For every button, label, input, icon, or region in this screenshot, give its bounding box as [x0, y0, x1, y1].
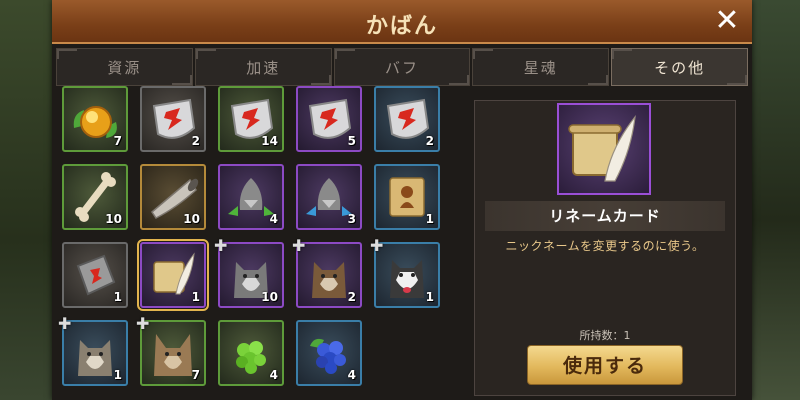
tab-resources[interactable]: 資源: [56, 48, 193, 86]
item-slot-green-berry[interactable]: 4: [218, 320, 284, 386]
item-slot-monkey-scroll[interactable]: 1: [374, 164, 440, 230]
item-slot-bone[interactable]: 10: [62, 164, 128, 230]
tab-buff[interactable]: バフ: [333, 48, 471, 86]
scroll-quill-icon: [568, 114, 636, 182]
item-quantity: 1: [113, 290, 122, 304]
item-quantity: 4: [347, 368, 356, 382]
tab-star-soul[interactable]: 星魂: [472, 48, 610, 86]
item-slot-shield-emblem[interactable]: 14: [218, 86, 284, 152]
item-quantity: 2: [191, 134, 200, 148]
item-slot-husky[interactable]: ✚ 1: [370, 238, 440, 308]
tab-speedup[interactable]: 加速: [194, 48, 332, 86]
item-slot-shield-emblem[interactable]: 5: [296, 86, 362, 152]
owned-count: 所持数：1: [579, 329, 631, 342]
close-icon[interactable]: ✕: [712, 6, 742, 36]
item-quantity: 1: [425, 290, 434, 304]
item-slot-horn[interactable]: 10: [140, 164, 206, 230]
item-quantity: 7: [113, 134, 122, 148]
inventory-window: かばん ✕ 資源 加速 バフ 星魂 その他 7 2 14 5 2 10 10 4…: [52, 0, 752, 400]
item-quantity: 4: [269, 212, 278, 226]
item-quantity: 2: [425, 134, 434, 148]
item-slot-emblem-stone[interactable]: 1: [62, 242, 128, 308]
item-quantity: 10: [105, 212, 122, 226]
item-quantity: 1: [425, 212, 434, 226]
item-slot-blue-berry[interactable]: 4: [296, 320, 362, 386]
item-slot-rename-card[interactable]: 1: [137, 239, 209, 311]
window-title: かばん: [365, 14, 438, 39]
item-quantity: 14: [261, 134, 278, 148]
item-quantity: 1: [191, 290, 200, 304]
category-tabs: 資源 加速 バフ 星魂 その他: [56, 48, 748, 88]
use-button[interactable]: 使用する: [527, 345, 683, 385]
item-quantity: 7: [191, 368, 200, 382]
item-quantity: 10: [261, 290, 278, 304]
item-quantity: 2: [347, 290, 356, 304]
selected-item-image: [557, 103, 651, 195]
item-slot-wolf-summon[interactable]: 4: [218, 164, 284, 230]
item-quantity: 3: [347, 212, 356, 226]
tab-other[interactable]: その他: [611, 48, 748, 86]
selected-item-description: ニックネームを変更するのに使う。: [505, 239, 705, 253]
item-slot-golden-orb[interactable]: 7: [62, 86, 128, 152]
title-bar: かばん ✕: [52, 0, 752, 44]
item-slot-gray-wolf[interactable]: ✚ 10: [214, 238, 284, 308]
item-quantity: 5: [347, 134, 356, 148]
item-quantity: 10: [183, 212, 200, 226]
item-slot-jackal[interactable]: ✚ 7: [136, 316, 206, 386]
item-quantity: 1: [113, 368, 122, 382]
item-slot-wolf-summon[interactable]: 3: [296, 164, 362, 230]
item-slot-shield-emblem[interactable]: 2: [374, 86, 440, 152]
item-slot-brown-wolf[interactable]: ✚ 2: [292, 238, 362, 308]
item-slot-wolf-pup[interactable]: ✚ 1: [58, 316, 128, 386]
item-detail-panel: リネームカード ニックネームを変更するのに使う。 所持数：1 使用する: [474, 100, 736, 396]
selected-item-name: リネームカード: [485, 201, 725, 231]
background-left: [0, 0, 60, 400]
item-slot-shield-emblem[interactable]: 2: [140, 86, 206, 152]
item-grid: 7 2 14 5 2 10 10 4 3 1 1 1 ✚ 10 ✚ 2 ✚ 1 …: [58, 86, 462, 396]
item-quantity: 4: [269, 368, 278, 382]
